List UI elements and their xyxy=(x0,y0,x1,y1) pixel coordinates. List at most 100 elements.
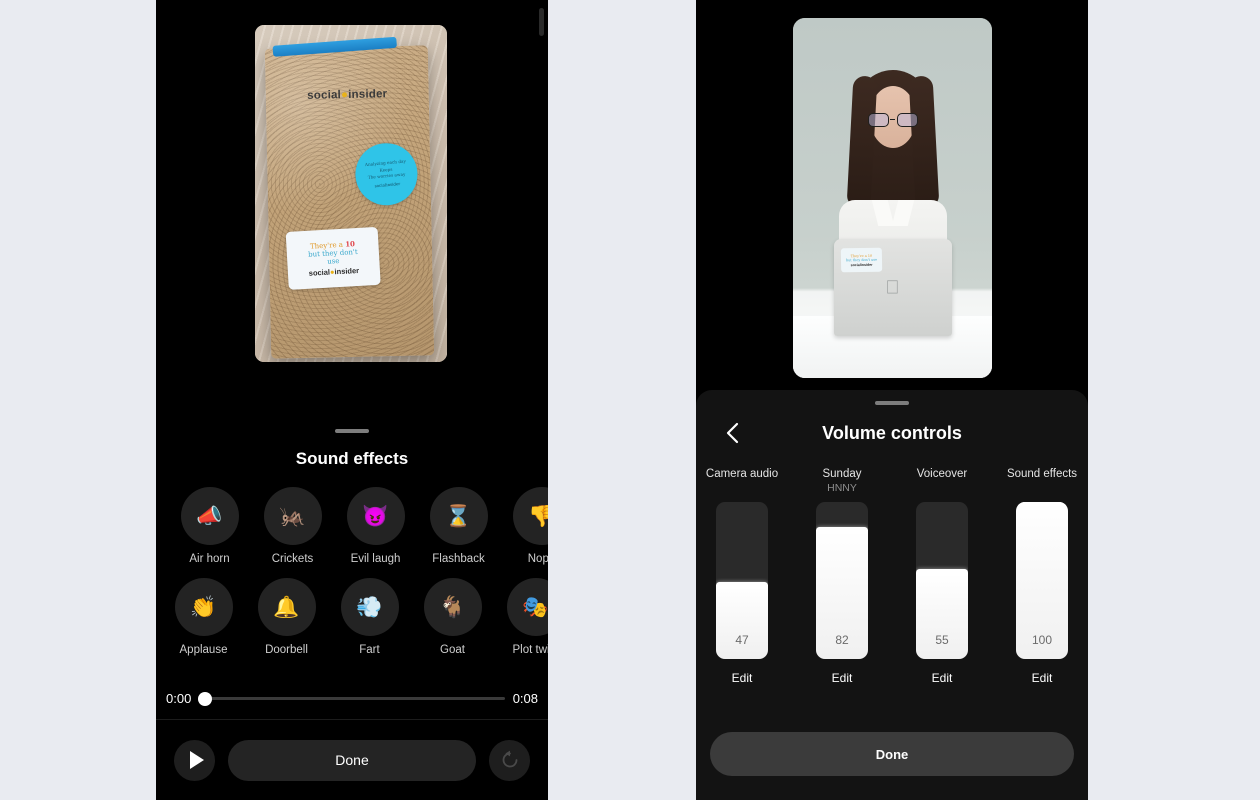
status-bar xyxy=(156,0,548,14)
laptop:  They're a 10 but they don't use social… xyxy=(833,239,952,336)
volume-done-wrap: Done xyxy=(696,732,1088,776)
right-phone-frame:  They're a 10 but they don't use social… xyxy=(696,0,1088,800)
sound-effects-grid: 📣 Air horn 🦗 Crickets 😈 Evil laugh ⌛ Flashback 👎… xyxy=(156,487,548,656)
devil-icon: 😈 xyxy=(346,487,405,545)
rect-sticker-brand: social●insider xyxy=(309,266,360,278)
sound-effect-label: Doorbell xyxy=(265,644,308,656)
volume-channel: Sound effects 100 Edit xyxy=(1007,468,1077,685)
volume-slider[interactable]: 100 xyxy=(1016,502,1068,659)
sound-effect-item[interactable]: 😈 Evil laugh xyxy=(334,487,417,565)
media-preview-video[interactable]:  They're a 10 but they don't use social… xyxy=(793,18,992,378)
volume-channel-name-box: Sound effects xyxy=(1007,468,1077,498)
timeline-thumb[interactable] xyxy=(198,691,213,706)
sound-effect-item[interactable]: 🦗 Crickets xyxy=(251,487,334,565)
sound-effects-row-2: 👏 Applause 🔔 Doorbell 💨 Fart 🐐 Goat 🎭 Plot twist xyxy=(162,578,548,656)
sound-effect-item[interactable]: ⌛ Flashback xyxy=(417,487,500,565)
volume-slider-value: 47 xyxy=(735,633,749,647)
volume-slider-cap[interactable] xyxy=(916,569,968,577)
sound-effect-item[interactable]: 🔔 Doorbell xyxy=(245,578,328,656)
chevron-left-icon xyxy=(726,422,739,444)
sound-effect-label: Applause xyxy=(179,644,228,656)
glasses-lens-right xyxy=(896,112,918,127)
volume-channel-name: Sound effects xyxy=(1006,468,1078,480)
glasses-icon xyxy=(867,112,918,127)
sound-effect-label: Fart xyxy=(359,644,380,656)
volume-slider-cap[interactable] xyxy=(816,526,868,534)
notebook-brand-logo: social●insider xyxy=(266,87,429,102)
apple-logo-icon:  xyxy=(885,278,899,297)
timeline-total-time: 0:08 xyxy=(512,691,538,706)
glasses-bridge xyxy=(890,118,895,121)
volume-channel-name: Sunday xyxy=(822,468,862,480)
volume-channel: Voiceover 55 Edit xyxy=(909,468,975,685)
shirt-collar-left xyxy=(871,200,894,226)
volume-edit-button[interactable]: Edit xyxy=(832,671,853,685)
sound-effect-item[interactable]: 👎 Nope xyxy=(500,487,548,565)
volume-channel: Sunday HNNY 82 Edit xyxy=(809,468,875,685)
volume-slider[interactable]: 55 xyxy=(916,502,968,659)
play-icon xyxy=(189,751,204,769)
volume-controls-sheet: Volume controls Camera audio 47 Edit Sunday… xyxy=(696,390,1088,800)
laptop-sticker-brand: socialinsider xyxy=(850,262,873,267)
sound-effect-label: Crickets xyxy=(271,553,314,565)
sound-effect-item[interactable]: 📣 Air horn xyxy=(168,487,251,565)
notebook-cover: social●insider Analyzing each day Keeps … xyxy=(264,36,435,359)
sound-effect-item[interactable]: 👏 Applause xyxy=(162,578,245,656)
sound-effect-label: Goat xyxy=(440,644,465,656)
sound-effect-label: Nope xyxy=(527,553,548,565)
volume-channel-name: Camera audio xyxy=(705,468,779,480)
sound-effect-item[interactable]: 💨 Fart xyxy=(328,578,411,656)
volume-slider-value: 100 xyxy=(1031,633,1053,647)
volume-slider-cap[interactable] xyxy=(716,581,768,589)
volume-done-button[interactable]: Done xyxy=(710,732,1074,776)
play-button[interactable] xyxy=(174,739,215,781)
done-button[interactable]: Done xyxy=(228,739,476,781)
volume-slider-value: 55 xyxy=(935,633,949,647)
laptop-sticker: They're a 10 but they don't use socialin… xyxy=(840,247,882,273)
undo-button[interactable] xyxy=(489,739,530,781)
volume-slider-fill xyxy=(716,585,768,659)
glasses-lens-left xyxy=(867,112,889,127)
sheet-drag-handle[interactable] xyxy=(335,429,369,433)
volume-channel: Camera audio 47 Edit xyxy=(706,468,778,685)
volume-channel-list: Camera audio 47 Edit Sunday HNNY 82 Edit Voiceo… xyxy=(696,468,1088,685)
volume-slider[interactable]: 47 xyxy=(716,502,768,659)
laptop-sticker-line2: but they don't use xyxy=(845,257,877,262)
playback-action-bar: Done xyxy=(156,720,548,800)
undo-icon xyxy=(502,750,517,768)
volume-sheet-drag-handle[interactable] xyxy=(875,401,909,405)
sound-effect-label: Plot twist xyxy=(512,644,548,656)
volume-sheet-header: Volume controls xyxy=(696,421,1088,449)
shirt-collar-right xyxy=(891,200,914,226)
volume-controls-title: Volume controls xyxy=(822,423,962,443)
volume-channel-name-box: Camera audio xyxy=(706,468,778,498)
clapping-hands-icon: 👏 xyxy=(174,578,233,636)
timeline-track[interactable] xyxy=(198,691,505,706)
left-phone-frame: social●insider Analyzing each day Keeps … xyxy=(156,0,548,800)
round-sticker: Analyzing each day Keeps The worries awa… xyxy=(352,140,421,208)
volume-channel-subtitle: HNNY xyxy=(827,482,857,494)
timeline-scrubber[interactable]: 0:00 0:08 xyxy=(156,678,548,720)
volume-edit-button[interactable]: Edit xyxy=(932,671,953,685)
volume-slider-cap[interactable] xyxy=(1016,502,1068,506)
volume-channel-name: Voiceover xyxy=(916,468,968,480)
sound-effect-label: Flashback xyxy=(432,553,485,565)
cricket-icon: 🦗 xyxy=(263,487,322,545)
timeline-current-time: 0:00 xyxy=(166,691,192,706)
volume-channel-name-box: Voiceover xyxy=(917,468,968,498)
rect-sticker: They're a 10 but they don't use social●i… xyxy=(285,226,381,290)
volume-edit-button[interactable]: Edit xyxy=(732,671,753,685)
volume-edit-button[interactable]: Edit xyxy=(1032,671,1053,685)
sound-effect-item[interactable]: 🐐 Goat xyxy=(411,578,494,656)
bell-icon: 🔔 xyxy=(257,578,316,636)
media-preview-photo[interactable]: social●insider Analyzing each day Keeps … xyxy=(255,25,447,362)
sound-effect-label: Air horn xyxy=(189,553,230,565)
scrollbar[interactable] xyxy=(539,8,544,36)
sound-effects-sheet: Sound effects 📣 Air horn 🦗 Crickets 😈 Evil la… xyxy=(156,420,548,800)
back-button[interactable] xyxy=(723,421,743,444)
screenshot-stage: social●insider Analyzing each day Keeps … xyxy=(0,0,1260,800)
rect-sticker-brand-pre: social xyxy=(308,267,331,278)
volume-channel-name-box: Sunday HNNY xyxy=(822,468,861,498)
sound-effect-item[interactable]: 🎭 Plot twist xyxy=(494,578,548,656)
volume-slider[interactable]: 82 xyxy=(816,502,868,659)
